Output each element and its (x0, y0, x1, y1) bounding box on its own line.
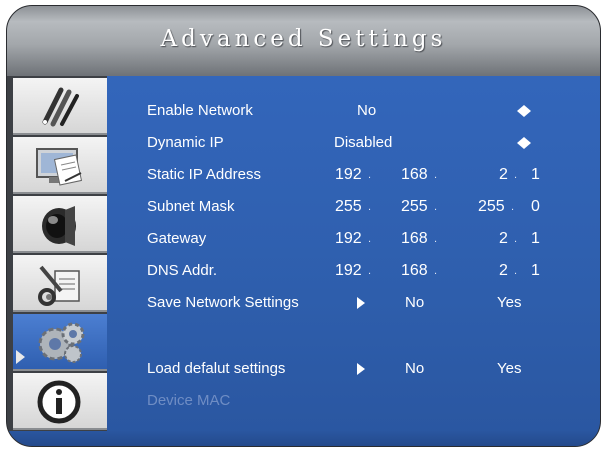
dns-octet-1[interactable]: 192 (335, 262, 362, 280)
mask-octet-1[interactable]: 255 (335, 198, 362, 216)
gateway-octet-1[interactable]: 192 (335, 230, 362, 248)
setting-gateway[interactable]: Gateway 192 . 168 . 2 . 1 (107, 227, 600, 251)
gateway-octet-3[interactable]: 2 (499, 230, 508, 248)
sidebar-item-picture[interactable] (13, 78, 107, 135)
gateway-octet-2[interactable]: 168 (401, 230, 428, 248)
octet-separator: . (434, 265, 438, 277)
dns-octet-3[interactable]: 2 (499, 262, 508, 280)
setting-label: Static IP Address (147, 166, 261, 183)
save-network-no-option[interactable]: No (405, 294, 424, 311)
left-right-arrows-icon[interactable] (517, 136, 531, 150)
setting-dns[interactable]: DNS Addr. 192 . 168 . 2 . 1 (107, 259, 600, 283)
setting-subnet-mask[interactable]: Subnet Mask 255 . 255 . 255 . 0 (107, 195, 600, 219)
setting-load-default[interactable]: Load defalut settings No Yes (107, 357, 600, 381)
title-bar: Advanced Settings (7, 6, 600, 76)
sidebar-item-audio[interactable] (13, 196, 107, 253)
octet-separator: . (368, 201, 372, 213)
octet-separator: . (368, 233, 372, 245)
sidebar-item-display[interactable] (13, 137, 107, 194)
octet-separator: . (434, 233, 438, 245)
mask-octet-2[interactable]: 255 (401, 198, 428, 216)
octet-separator: . (514, 265, 518, 277)
settings-panel: Enable Network No Dynamic IP Disabled St… (107, 76, 600, 446)
setting-enable-network[interactable]: Enable Network No (107, 99, 600, 123)
ip-octet-2[interactable]: 168 (401, 166, 428, 184)
tools-icon (38, 265, 80, 306)
octet-separator: . (514, 169, 518, 181)
setting-label: Dynamic IP (147, 134, 224, 151)
dynamic-ip-value: Disabled (334, 134, 393, 151)
bottom-bar (7, 431, 600, 446)
setting-save-network[interactable]: Save Network Settings No Yes (107, 291, 600, 315)
setting-label: Save Network Settings (147, 294, 299, 311)
octet-separator: . (434, 201, 438, 213)
triangle-right-icon (357, 363, 365, 375)
gateway-octet-4[interactable]: 1 (531, 230, 540, 248)
ip-octet-4[interactable]: 1 (531, 166, 540, 184)
octet-separator: . (511, 201, 515, 213)
left-right-arrows-icon[interactable] (517, 104, 531, 118)
mask-octet-3[interactable]: 255 (478, 198, 505, 216)
setting-label: DNS Addr. (147, 262, 218, 279)
load-default-yes-option[interactable]: Yes (497, 360, 521, 377)
page-title: Advanced Settings (160, 26, 447, 52)
monitor-icon (36, 148, 83, 186)
sidebar (7, 76, 107, 446)
pens-icon (42, 87, 79, 127)
sidebar-item-setup[interactable] (13, 255, 107, 312)
ip-octet-1[interactable]: 192 (335, 166, 362, 184)
octet-separator: . (434, 169, 438, 181)
osd-window: Advanced Settings Enable Network No Dyna… (6, 5, 601, 447)
setting-label: Device MAC (147, 392, 231, 409)
enable-network-value: No (357, 102, 377, 119)
setting-label: Subnet Mask (147, 198, 235, 215)
setting-label: Enable Network (147, 102, 253, 119)
setting-static-ip[interactable]: Static IP Address 192 . 168 . 2 . 1 (107, 163, 600, 187)
triangle-right-icon (357, 297, 365, 309)
info-icon (37, 380, 81, 424)
speaker-icon (42, 206, 76, 246)
octet-separator: . (368, 169, 372, 181)
mask-octet-4[interactable]: 0 (531, 198, 540, 216)
setting-dynamic-ip[interactable]: Dynamic IP Disabled (107, 131, 600, 155)
setting-label: Gateway (147, 230, 207, 247)
dns-octet-2[interactable]: 168 (401, 262, 428, 280)
setting-label: Load defalut settings (147, 360, 286, 377)
ip-octet-3[interactable]: 2 (499, 166, 508, 184)
octet-separator: . (514, 233, 518, 245)
save-network-yes-option[interactable]: Yes (497, 294, 521, 311)
sidebar-item-information[interactable] (13, 373, 107, 430)
gears-icon (38, 322, 85, 363)
dns-octet-4[interactable]: 1 (531, 262, 540, 280)
load-default-no-option[interactable]: No (405, 360, 424, 377)
setting-device-mac: Device MAC (107, 389, 600, 413)
selected-item-arrow-icon (16, 350, 25, 364)
octet-separator: . (368, 265, 372, 277)
sidebar-item-advanced[interactable] (13, 314, 107, 371)
